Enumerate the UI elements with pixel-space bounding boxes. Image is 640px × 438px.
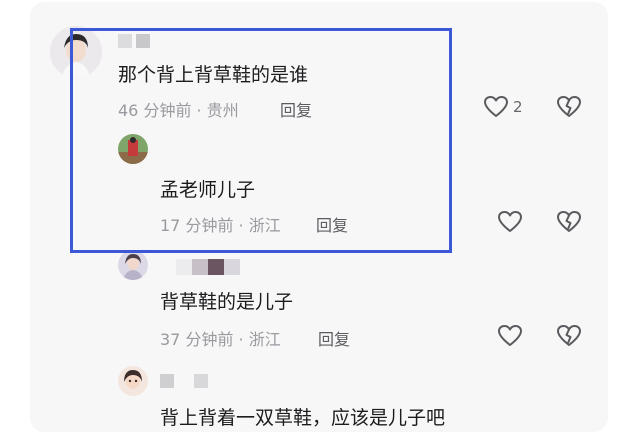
heart-icon <box>498 211 522 232</box>
comment-text: 背草鞋的是儿子 <box>160 291 294 313</box>
dislike-button[interactable] <box>556 95 582 119</box>
comment-location: 浙江 <box>248 330 281 349</box>
comment-text: 那个背上背草鞋的是谁 <box>118 64 309 86</box>
reply-button[interactable]: 回复 <box>318 326 350 350</box>
heart-icon <box>498 325 522 346</box>
avatar[interactable] <box>118 134 148 164</box>
meta-separator: · <box>238 216 244 235</box>
dislike-button[interactable] <box>556 324 582 348</box>
avatar[interactable] <box>118 250 148 280</box>
like-button[interactable]: 2 <box>483 95 523 119</box>
username-redacted[interactable] <box>160 374 208 388</box>
like-button[interactable] <box>497 324 523 348</box>
avatar[interactable] <box>118 366 148 396</box>
comment-location: 浙江 <box>248 216 281 235</box>
comment-time: 37 分钟前 <box>160 330 234 349</box>
username-redacted[interactable] <box>176 259 240 275</box>
like-button[interactable] <box>497 210 523 234</box>
like-count: 2 <box>513 98 523 116</box>
meta-separator: · <box>196 101 202 120</box>
broken-heart-icon <box>557 325 581 346</box>
comment-meta: 46 分钟前 · 贵州 <box>118 97 239 121</box>
avatar[interactable] <box>50 26 102 78</box>
comment-time: 17 分钟前 <box>160 216 234 235</box>
comment-text: 孟老师儿子 <box>160 179 256 201</box>
comment-meta: 17 分钟前 · 浙江 <box>160 212 281 236</box>
comment-meta: 37 分钟前 · 浙江 <box>160 326 281 350</box>
comment-time: 46 分钟前 <box>118 101 192 120</box>
broken-heart-icon <box>557 96 581 117</box>
reply-button[interactable]: 回复 <box>280 97 312 121</box>
meta-separator: · <box>238 330 244 349</box>
comment-text: 背上背着一双草鞋，应该是儿子吧 <box>160 407 446 429</box>
comment-location: 贵州 <box>206 101 239 120</box>
reply-button[interactable]: 回复 <box>316 212 348 236</box>
username-redacted[interactable] <box>118 34 150 48</box>
dislike-button[interactable] <box>556 210 582 234</box>
heart-icon <box>484 96 508 117</box>
broken-heart-icon <box>557 211 581 232</box>
